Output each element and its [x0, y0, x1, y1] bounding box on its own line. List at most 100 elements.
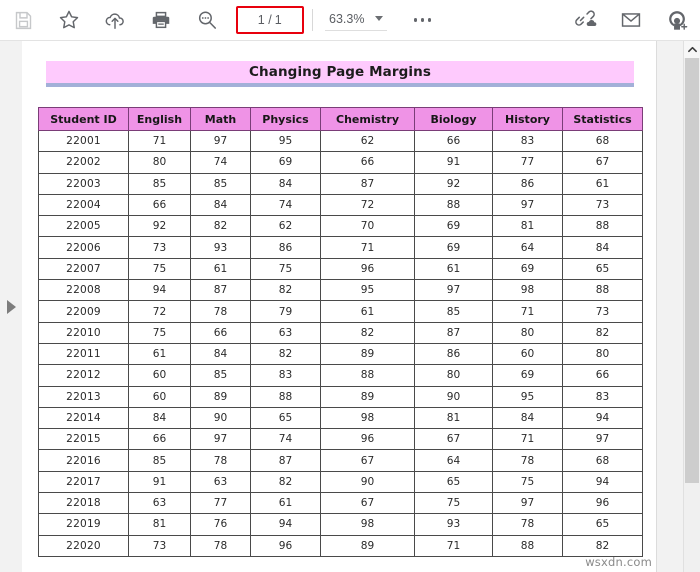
student-id-cell: 22011 [38, 342, 129, 366]
score-cell: 80 [128, 151, 191, 174]
score-cell: 90 [320, 470, 415, 494]
add-person-button[interactable] [654, 0, 700, 41]
score-cell: 97 [414, 279, 493, 302]
add-person-icon [666, 9, 689, 32]
score-cell: 84 [190, 193, 251, 217]
score-cell: 78 [190, 449, 251, 472]
score-cell: 78 [190, 300, 251, 323]
table-head: Student ID English Math Physics Chemistry Bio… [38, 107, 643, 131]
score-cell: 96 [320, 257, 415, 281]
score-cell: 85 [128, 172, 191, 195]
score-cell: 97 [190, 428, 251, 451]
score-cell: 95 [250, 129, 321, 153]
vertical-scrollbar[interactable] [683, 41, 700, 572]
score-cell: 65 [562, 257, 643, 281]
student-id-cell: 22015 [38, 428, 129, 451]
score-cell: 87 [190, 279, 251, 302]
score-cell: 61 [320, 300, 415, 323]
score-cell: 77 [492, 151, 563, 174]
star-icon [58, 9, 80, 31]
score-cell: 77 [190, 492, 251, 515]
table-row: 22013 60 89 88 89 90 95 83 [38, 385, 643, 408]
student-id-cell: 22001 [38, 129, 129, 153]
score-cell: 88 [562, 215, 643, 238]
student-id-cell: 22008 [38, 279, 129, 302]
cloud-upload-icon [104, 9, 126, 31]
favorite-button[interactable] [46, 0, 92, 41]
score-cell: 75 [250, 257, 321, 281]
scrollbar-track[interactable] [684, 58, 700, 572]
score-cell: 62 [320, 129, 415, 153]
score-cell: 83 [562, 385, 643, 408]
score-cell: 71 [128, 129, 191, 153]
score-cell: 97 [492, 492, 563, 515]
score-cell: 72 [320, 193, 415, 217]
score-cell: 82 [250, 342, 321, 366]
score-cell: 69 [492, 257, 563, 281]
score-cell: 91 [414, 151, 493, 174]
table-row: 22016 85 78 87 67 64 78 68 [38, 449, 643, 472]
page-indicator[interactable]: 1 / 1 [236, 6, 304, 34]
save-button[interactable] [0, 0, 46, 41]
email-button[interactable] [608, 0, 654, 41]
table-row: 22012 60 85 83 88 80 69 66 [38, 364, 643, 387]
toolbar: 1 / 1 63.3% [0, 0, 700, 41]
print-button[interactable] [138, 0, 184, 41]
score-cell: 88 [562, 279, 643, 302]
pdf-viewer-window: 1 / 1 63.3% Changing Page Margins Studen… [0, 0, 700, 572]
triangle-right-icon[interactable] [6, 299, 16, 314]
score-cell: 80 [492, 321, 563, 344]
score-cell: 66 [128, 193, 191, 217]
table-row: 22001 71 97 95 62 66 83 68 [38, 129, 643, 153]
score-cell: 84 [492, 406, 563, 430]
column-header-biology: Biology [414, 107, 493, 131]
score-cell: 61 [414, 257, 493, 281]
more-options-button[interactable] [399, 0, 445, 41]
score-cell: 66 [562, 364, 643, 387]
score-cell: 73 [562, 193, 643, 217]
score-cell: 65 [562, 513, 643, 536]
score-cell: 81 [492, 215, 563, 238]
total-pages-value: 1 [274, 13, 283, 27]
scrollbar-thumb[interactable] [685, 58, 699, 483]
score-cell: 82 [190, 215, 251, 238]
score-cell: 66 [128, 428, 191, 451]
score-cell: 95 [320, 279, 415, 302]
score-cell: 65 [250, 406, 321, 430]
ellipsis-icon [413, 18, 432, 22]
score-cell: 67 [320, 492, 415, 515]
score-cell: 93 [190, 236, 251, 259]
zoom-control[interactable]: 63.3% [325, 10, 388, 31]
score-cell: 94 [250, 513, 321, 536]
score-cell: 62 [250, 215, 321, 238]
scroll-up-button[interactable] [684, 41, 700, 58]
score-cell: 97 [562, 428, 643, 451]
score-cell: 75 [128, 321, 191, 344]
document-title-banner: Changing Page Margins [46, 61, 634, 87]
score-cell: 85 [190, 364, 251, 387]
link-cloud-icon [574, 9, 597, 32]
score-cell: 75 [414, 492, 493, 515]
share-link-button[interactable] [562, 0, 608, 41]
page-title: Changing Page Margins [249, 64, 431, 80]
score-cell: 60 [128, 385, 191, 408]
score-cell: 71 [414, 534, 493, 557]
student-id-cell: 22009 [38, 300, 129, 323]
score-cell: 70 [320, 215, 415, 238]
search-button[interactable] [184, 0, 230, 41]
student-id-cell: 22014 [38, 406, 129, 430]
score-cell: 75 [128, 257, 191, 281]
score-cell: 85 [414, 300, 493, 323]
upload-button[interactable] [92, 0, 138, 41]
score-cell: 98 [320, 513, 415, 536]
table-row: 22018 63 77 61 67 75 97 96 [38, 492, 643, 515]
grades-table: Student ID English Math Physics Chemistry Bio… [38, 107, 643, 557]
score-cell: 96 [250, 534, 321, 557]
score-cell: 98 [492, 279, 563, 302]
chevron-down-icon[interactable] [375, 16, 384, 21]
table-row: 22006 73 93 86 71 69 64 84 [38, 236, 643, 259]
score-cell: 94 [128, 279, 191, 302]
table-row: 22011 61 84 82 89 86 60 80 [38, 342, 643, 366]
table-row: 22019 81 76 94 98 93 78 65 [38, 513, 643, 536]
score-cell: 89 [190, 385, 251, 408]
